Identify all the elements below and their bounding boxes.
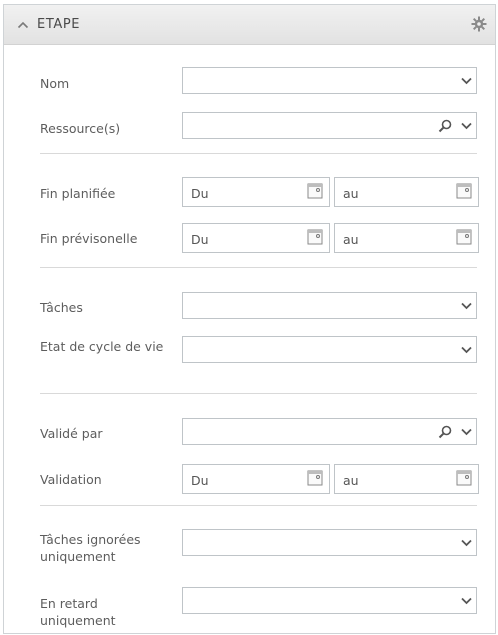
etape-filter-panel: ETAPE Nom Ressource(s) Fin planifiée Du … xyxy=(3,4,496,634)
calendar-icon[interactable] xyxy=(307,470,323,486)
section-divider xyxy=(40,393,477,394)
fin-planifiee-to-field[interactable]: au xyxy=(334,177,479,207)
etat-cycle-select[interactable] xyxy=(182,336,477,363)
nom-select[interactable] xyxy=(182,67,477,94)
validation-to-field[interactable]: au xyxy=(334,464,479,494)
chevron-up-icon[interactable] xyxy=(17,20,29,30)
etat-cycle-label: Etat de cycle de vie xyxy=(40,339,164,354)
fin-previsionelle-from-field[interactable]: Du xyxy=(182,223,330,253)
validation-label: Validation xyxy=(40,472,102,487)
chevron-down-icon[interactable] xyxy=(456,113,476,138)
date-to-placeholder: au xyxy=(343,473,359,488)
chevron-down-icon[interactable] xyxy=(456,293,476,318)
section-divider xyxy=(40,267,477,268)
en-retard-label: En retard uniquement xyxy=(40,596,116,628)
taches-input[interactable] xyxy=(183,293,453,318)
panel-title: ETAPE xyxy=(37,17,81,32)
valide-par-field[interactable] xyxy=(182,418,477,445)
gear-icon[interactable] xyxy=(471,16,487,32)
fin-previsionelle-label: Fin prévisonelle xyxy=(40,231,138,246)
fin-planifiee-from-field[interactable]: Du xyxy=(182,177,330,207)
calendar-icon[interactable] xyxy=(307,183,323,199)
fin-previsionelle-to-field[interactable]: au xyxy=(334,223,479,253)
taches-label: Tâches xyxy=(40,300,83,315)
date-to-placeholder: au xyxy=(343,186,359,201)
date-from-placeholder: Du xyxy=(191,186,209,201)
search-icon[interactable] xyxy=(434,113,456,138)
calendar-icon[interactable] xyxy=(456,470,472,486)
fin-planifiee-label: Fin planifiée xyxy=(40,186,116,201)
en-retard-select[interactable] xyxy=(182,587,477,614)
ressources-label: Ressource(s) xyxy=(40,121,121,136)
chevron-down-icon[interactable] xyxy=(456,588,476,613)
en-retard-input[interactable] xyxy=(183,588,453,613)
nom-input[interactable] xyxy=(183,68,453,93)
search-icon[interactable] xyxy=(434,419,456,444)
ressources-input[interactable] xyxy=(183,113,433,138)
section-divider xyxy=(40,505,477,506)
taches-select[interactable] xyxy=(182,292,477,319)
valide-par-label: Validé par xyxy=(40,426,103,441)
date-from-placeholder: Du xyxy=(191,232,209,247)
date-from-placeholder: Du xyxy=(191,473,209,488)
chevron-down-icon[interactable] xyxy=(456,337,476,362)
taches-ignorees-label: Tâches ignorées uniquement xyxy=(40,532,141,564)
valide-par-input[interactable] xyxy=(183,419,433,444)
taches-ignorees-input[interactable] xyxy=(183,530,453,555)
panel-header[interactable]: ETAPE xyxy=(4,5,495,45)
calendar-icon[interactable] xyxy=(456,229,472,245)
etat-cycle-input[interactable] xyxy=(183,337,453,362)
calendar-icon[interactable] xyxy=(456,183,472,199)
date-to-placeholder: au xyxy=(343,232,359,247)
validation-from-field[interactable]: Du xyxy=(182,464,330,494)
chevron-down-icon[interactable] xyxy=(456,530,476,555)
chevron-down-icon[interactable] xyxy=(456,419,476,444)
taches-ignorees-select[interactable] xyxy=(182,529,477,556)
ressources-field[interactable] xyxy=(182,112,477,139)
nom-label: Nom xyxy=(40,76,70,91)
chevron-down-icon[interactable] xyxy=(456,68,476,93)
calendar-icon[interactable] xyxy=(307,229,323,245)
section-divider xyxy=(40,153,477,154)
